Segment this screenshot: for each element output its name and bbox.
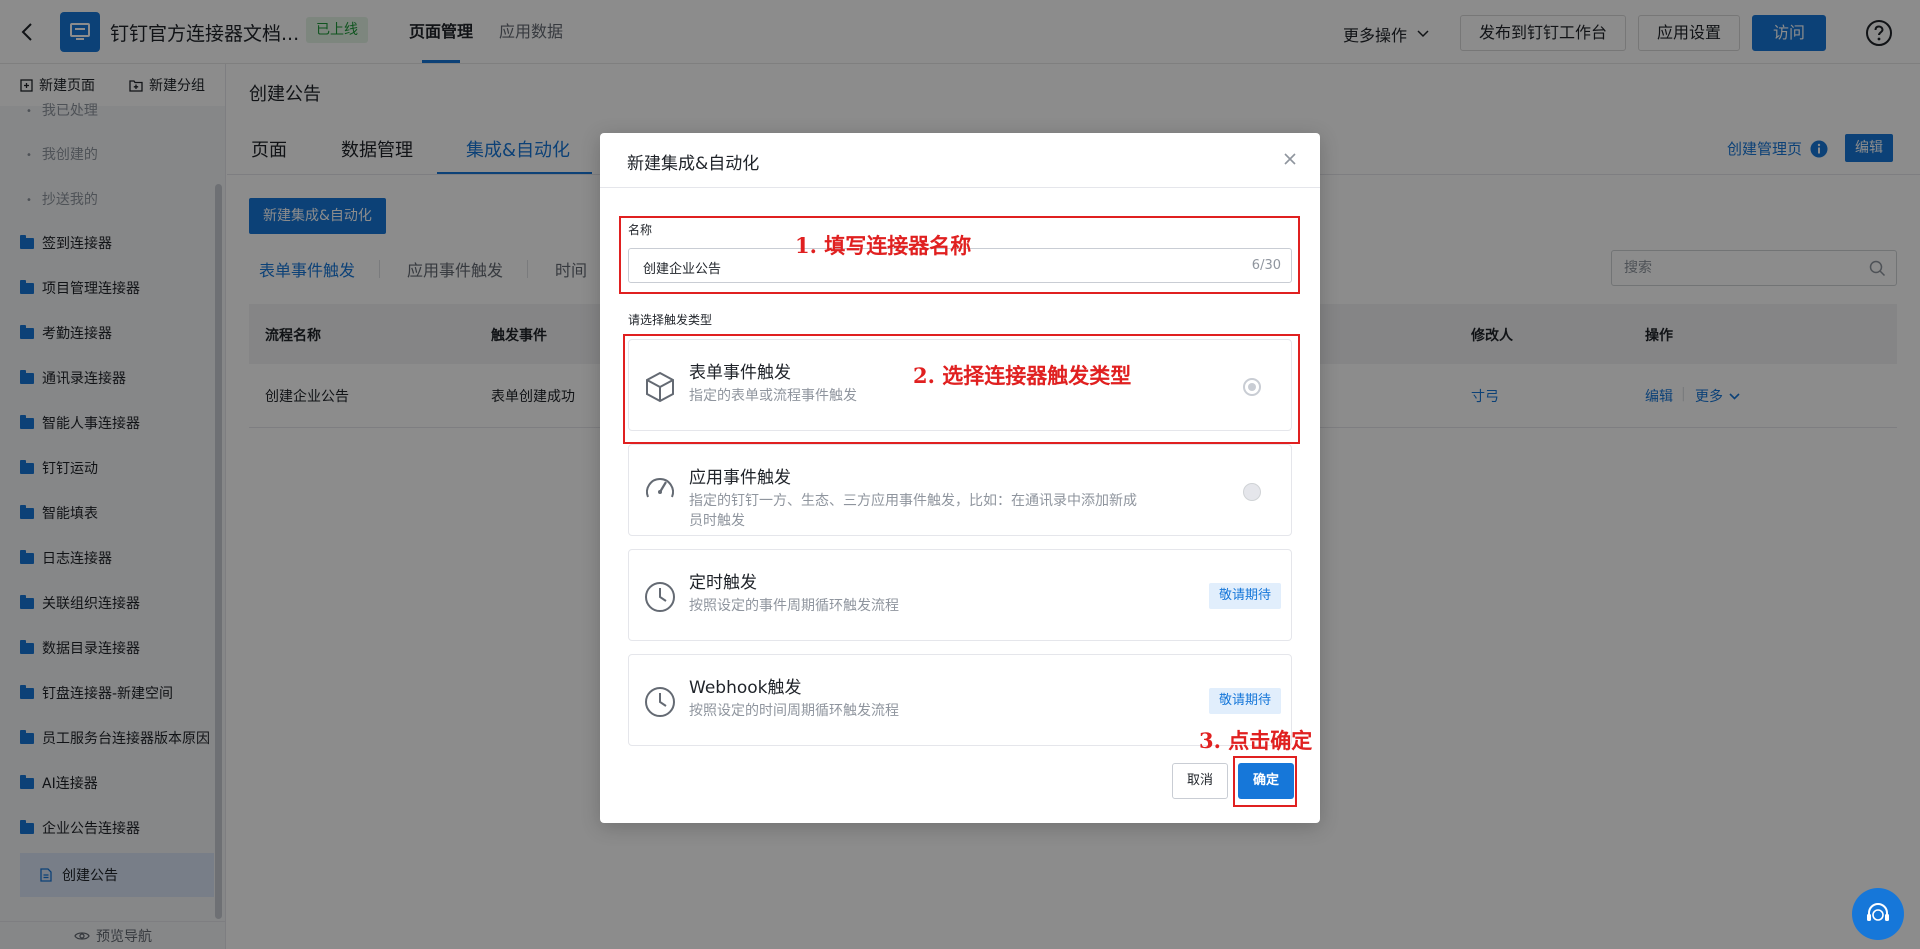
annotation-step-1: 1. 填写连接器名称 <box>795 233 972 258</box>
clock-icon <box>645 687 675 717</box>
chat-support-button[interactable] <box>1852 888 1904 940</box>
gauge-icon <box>646 478 674 498</box>
option-desc: 指定的钉钉一方、生态、三方应用事件触发，比如：在通讯录中添加新成员时触发 <box>689 493 1137 529</box>
option-app-event-trigger[interactable]: 应用事件触发 指定的钉钉一方、生态、三方应用事件触发，比如：在通讯录中添加新成员… <box>628 444 1292 536</box>
close-icon[interactable] <box>1280 149 1300 169</box>
option-radio[interactable] <box>1243 483 1261 501</box>
option-desc: 按照设定的时间周期循环触发流程 <box>689 703 899 719</box>
option-webhook-trigger[interactable]: Webhook触发 按照设定的时间周期循环触发流程 敬请期待 <box>628 654 1292 746</box>
annotation-box-confirm <box>1233 756 1297 807</box>
option-title: 定时触发 <box>689 573 757 593</box>
option-title: 应用事件触发 <box>689 468 791 488</box>
modal-title: 新建集成&自动化 <box>627 154 760 174</box>
option-title: Webhook触发 <box>689 678 802 698</box>
option-scheduled-trigger[interactable]: 定时触发 按照设定的事件周期循环触发流程 敬请期待 <box>628 549 1292 641</box>
annotation-step-3: 3. 点击确定 <box>1199 728 1313 753</box>
modal-header: 新建集成&自动化 <box>600 133 1320 188</box>
option-desc: 按照设定的事件周期循环触发流程 <box>689 598 899 614</box>
new-integration-modal: 新建集成&自动化 名称 创建企业公告 6/30 请选择触发类型 表单事件触发 指… <box>600 133 1320 823</box>
coming-soon-badge: 敬请期待 <box>1209 688 1282 714</box>
clock-icon <box>645 582 675 612</box>
cancel-button[interactable]: 取消 <box>1172 763 1228 799</box>
annotation-step-2: 2. 选择连接器触发类型 <box>913 363 1132 388</box>
headset-icon <box>1867 903 1889 921</box>
coming-soon-badge: 敬请期待 <box>1209 583 1282 609</box>
trigger-type-label: 请选择触发类型 <box>628 313 713 327</box>
